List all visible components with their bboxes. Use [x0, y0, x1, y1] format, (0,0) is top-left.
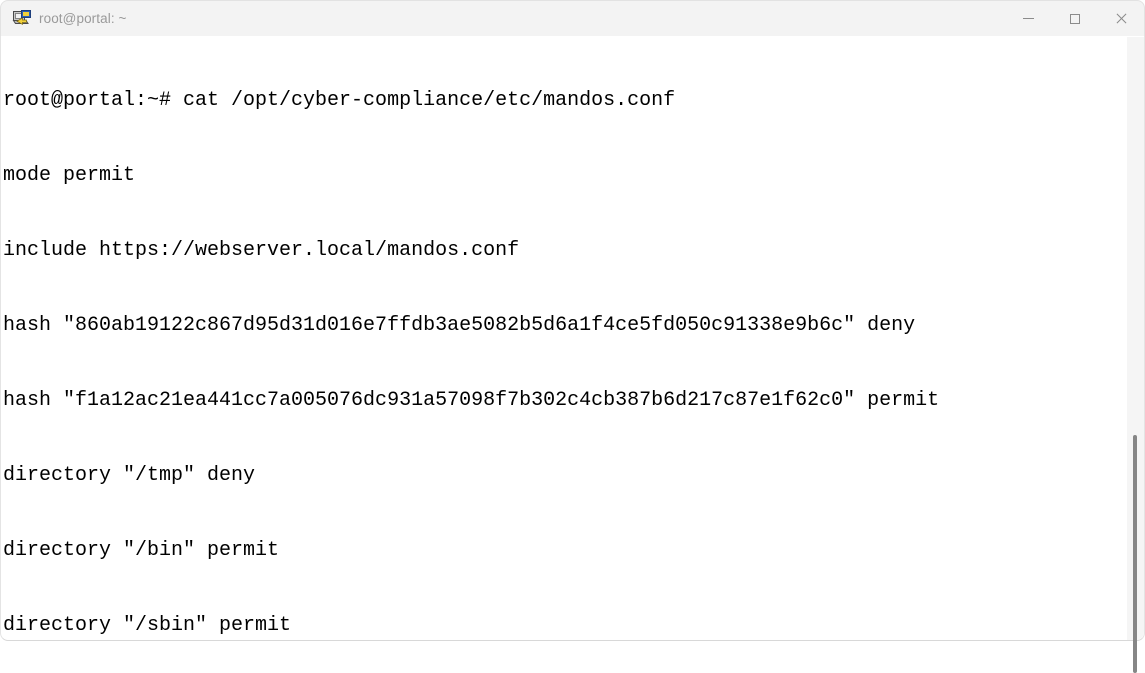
- close-icon: [1115, 13, 1127, 25]
- terminal-line: directory "/sbin" permit: [3, 614, 292, 637]
- maximize-icon: [1070, 13, 1080, 24]
- terminal-line: hash "860ab19122c867d95d31d016e7ffdb3ae5…: [3, 314, 916, 337]
- terminal-line: directory "/tmp" deny: [3, 464, 256, 487]
- terminal-content-area[interactable]: root@portal:~# cat /opt/cyber-compliance…: [0, 36, 1145, 641]
- putty-terminal-icon: [12, 9, 33, 29]
- terminal-window: root@portal: ~ root@portal:~# cat /opt/c…: [0, 0, 1145, 673]
- vertical-scrollbar[interactable]: [1127, 37, 1144, 673]
- minimize-icon: [1022, 18, 1034, 19]
- terminal-line: hash "f1a12ac21ea441cc7a005076dc931a5709…: [3, 389, 940, 412]
- minimize-button[interactable]: [1005, 1, 1051, 36]
- window-title: root@portal: ~: [39, 11, 127, 26]
- terminal-line: root@portal:~# cat /opt/cyber-compliance…: [3, 89, 676, 112]
- terminal-screen[interactable]: root@portal:~# cat /opt/cyber-compliance…: [3, 38, 1121, 638]
- close-button[interactable]: [1098, 1, 1144, 36]
- scrollbar-thumb[interactable]: [1133, 435, 1137, 673]
- terminal-line: include https://webserver.local/mandos.c…: [3, 239, 520, 262]
- terminal-line: mode permit: [3, 164, 136, 187]
- title-bar[interactable]: root@portal: ~: [0, 0, 1145, 36]
- maximize-button[interactable]: [1052, 1, 1098, 36]
- terminal-line: directory "/bin" permit: [3, 539, 280, 562]
